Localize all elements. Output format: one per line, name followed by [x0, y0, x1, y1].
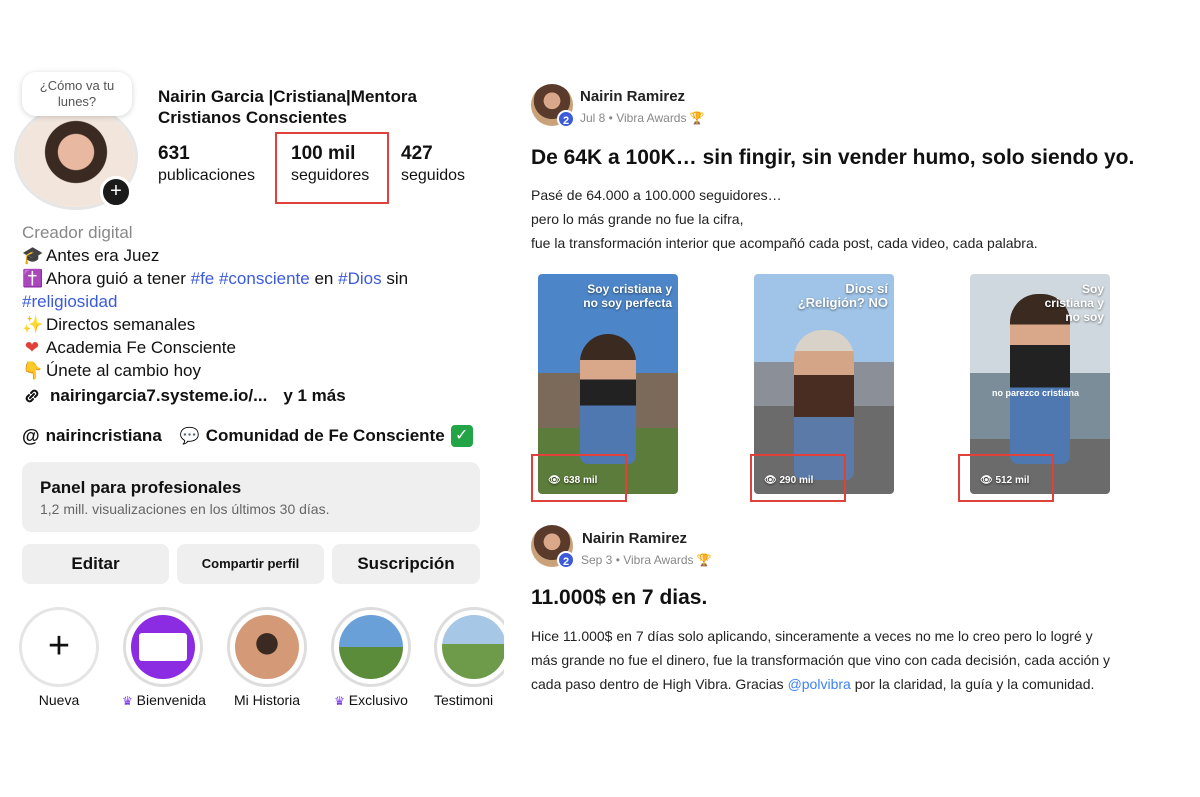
- hashtag-link[interactable]: #Dios: [338, 269, 381, 288]
- views-highlight-box: [531, 454, 627, 502]
- note-bubble[interactable]: ¿Cómo va tu lunes?: [22, 72, 132, 116]
- views-highlight-box: [958, 454, 1054, 502]
- subscription-button[interactable]: Suscripción: [332, 544, 480, 584]
- threads-icon: @: [22, 425, 40, 446]
- share-profile-button[interactable]: Compartir perfil: [177, 544, 324, 584]
- highlight-mi-historia[interactable]: Mi Historia: [226, 607, 308, 708]
- crown-icon: ♛: [122, 694, 133, 708]
- heart-icon: ❤: [24, 338, 40, 357]
- post1-meta: Jul 8 • Vibra Awards 🏆: [580, 111, 705, 125]
- professional-dashboard[interactable]: Panel para profesionales 1,2 mill. visua…: [22, 462, 480, 532]
- cross-icon: ✝️: [22, 269, 44, 288]
- bio-category: Creador digital: [22, 223, 133, 242]
- community-icon: 💬: [179, 428, 200, 445]
- sparkles-icon: ✨: [22, 315, 44, 334]
- post2-body: Hice 11.000$ en 7 días solo aplicando, s…: [531, 628, 1111, 692]
- hashtag-link[interactable]: #fe #consciente: [191, 269, 310, 288]
- check-icon: ✓: [450, 425, 473, 447]
- threads-row[interactable]: @ nairincristiana 💬 Comunidad de Fe Cons…: [22, 425, 473, 447]
- post2-meta: Sep 3 • Vibra Awards 🏆: [581, 553, 712, 567]
- stat-following[interactable]: 427 seguidos: [401, 143, 465, 187]
- highlight-testimonios[interactable]: Testimoni: [434, 607, 504, 708]
- highlight-new[interactable]: + Nueva: [18, 607, 100, 708]
- post1-headline: De 64K a 100K… sin fingir, sin vender hu…: [531, 146, 1135, 169]
- crown-icon: ♛: [334, 694, 345, 708]
- add-story-icon[interactable]: +: [100, 176, 132, 208]
- followers-highlight-box: [275, 132, 389, 204]
- stat-posts[interactable]: 631 publicaciones: [158, 143, 255, 187]
- graduation-cap-icon: 🎓: [22, 246, 44, 265]
- post1-body: Pasé de 64.000 a 100.000 seguidores… per…: [531, 187, 1038, 251]
- views-highlight-box: [750, 454, 846, 502]
- trophy-icon: 🏆: [696, 553, 712, 567]
- mention-link[interactable]: @polvibra: [788, 676, 851, 692]
- edit-button[interactable]: Editar: [22, 544, 169, 584]
- highlight-exclusivo[interactable]: ♛ Exclusivo: [330, 607, 412, 708]
- profile-name: Nairin Garcia |Cristiana|Mentora Cristia…: [158, 87, 417, 127]
- level-badge: 2: [557, 110, 575, 128]
- post2-headline: 11.000$ en 7 dias.: [531, 586, 708, 609]
- level-badge: 2: [557, 551, 575, 569]
- bio-link[interactable]: nairingarcia7.systeme.io/... y 1 más: [22, 386, 346, 406]
- bio: Creador digital 🎓 Antes era Juez ✝️ Ahora…: [22, 221, 492, 382]
- post1-author[interactable]: Nairin Ramirez: [580, 88, 685, 105]
- link-icon: [25, 389, 39, 403]
- highlight-bienvenida[interactable]: ♛ Bienvenida: [122, 607, 206, 708]
- trophy-icon: 🏆: [689, 111, 705, 125]
- post2-author[interactable]: Nairin Ramirez: [582, 530, 687, 547]
- pointing-down-icon: 👇: [22, 361, 44, 380]
- hashtag-link[interactable]: #religiosidad: [22, 290, 492, 313]
